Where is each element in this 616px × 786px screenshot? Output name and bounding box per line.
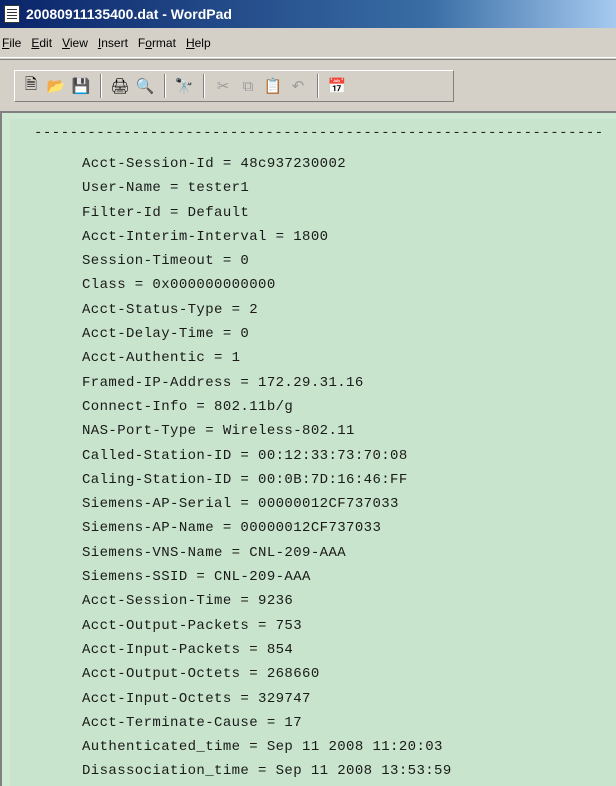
menu-bar: File Edit View Insert Format Help xyxy=(0,28,616,58)
text-line: Session-Timeout = 0 xyxy=(82,253,250,270)
text-line: NAS-Port-Type = Wireless-802.11 xyxy=(82,423,355,440)
text-line: Connect-Info = 802.11b/g xyxy=(82,398,294,415)
text-line: Framed-IP-Address = 172.29.31.16 xyxy=(82,374,364,391)
save-icon[interactable]: 💾 xyxy=(69,74,93,98)
text-line: Siemens-VNS-Name = CNL-209-AAA xyxy=(82,544,347,561)
text-line: Acct-Authentic = 1 xyxy=(82,350,241,367)
toolbar-separator xyxy=(164,74,166,98)
text-line: Acct-Output-Packets = 753 xyxy=(82,617,303,634)
menu-edit[interactable]: Edit xyxy=(27,36,58,50)
undo-icon[interactable]: ↶ xyxy=(286,74,310,98)
menu-view[interactable]: View xyxy=(58,36,94,50)
new-icon[interactable]: 🗎 xyxy=(19,74,43,98)
title-bar[interactable]: 20080911135400.dat - WordPad xyxy=(0,0,616,28)
menu-insert[interactable]: Insert xyxy=(94,36,134,50)
text-line: Called-Station-ID = 00:12:33:73:70:08 xyxy=(82,447,408,464)
text-line: Siemens-AP-Serial = 00000012CF737033 xyxy=(82,496,399,513)
text-line: Acct-Delay-Time = 0 xyxy=(82,326,250,343)
menu-help[interactable]: Help xyxy=(182,36,217,50)
menu-file[interactable]: File xyxy=(0,36,27,50)
text-line: Acct-Interim-Interval = 1800 xyxy=(82,228,329,245)
text-line: Acct-Terminate-Cause = 17 xyxy=(82,714,303,731)
window-title: 20080911135400.dat - WordPad xyxy=(26,6,232,22)
find-icon[interactable]: 🔭 xyxy=(172,74,196,98)
text-line: Acct-Input-Packets = 854 xyxy=(82,641,294,658)
text-line: Disassociation_time = Sep 11 2008 13:53:… xyxy=(82,763,452,780)
toolbar: 🗎 📂 💾 🖨 🔍 🔭 ✂ ⧉ 📋 ↶ 📅 xyxy=(0,59,616,111)
text-line: Caling-Station-ID = 00:0B:7D:16:46:FF xyxy=(82,471,408,488)
document-page[interactable]: ----------------------------------------… xyxy=(10,119,616,786)
toolbar-separator xyxy=(100,74,102,98)
text-line: Acct-Input-Octets = 329747 xyxy=(82,690,311,707)
toolbar-separator xyxy=(317,74,319,98)
text-line: Authenticated_time = Sep 11 2008 11:20:0… xyxy=(82,739,443,756)
text-line: Acct-Status-Type = 2 xyxy=(82,301,259,318)
document-area[interactable]: ----------------------------------------… xyxy=(0,111,616,786)
attribute-list: Acct-Session-Id = 48c937230002 User-Name… xyxy=(82,152,452,784)
date-time-icon[interactable]: 📅 xyxy=(325,74,349,98)
menu-format[interactable]: Format xyxy=(134,36,182,50)
text-line: Acct-Output-Octets = 268660 xyxy=(82,666,320,683)
copy-icon[interactable]: ⧉ xyxy=(236,74,260,98)
toolbar-separator xyxy=(203,74,205,98)
text-line: Siemens-AP-Name = 00000012CF737033 xyxy=(82,520,382,537)
wordpad-document-icon xyxy=(4,5,20,23)
cut-icon[interactable]: ✂ xyxy=(211,74,235,98)
text-line: Filter-Id = Default xyxy=(82,204,250,221)
print-icon[interactable]: 🖨 xyxy=(108,74,132,98)
open-icon[interactable]: 📂 xyxy=(44,74,68,98)
text-line: User-Name = tester1 xyxy=(82,180,250,197)
text-line: Siemens-SSID = CNL-209-AAA xyxy=(82,569,311,586)
text-line: Class = 0x000000000000 xyxy=(82,277,276,294)
text-line: Acct-Session-Time = 9236 xyxy=(82,593,294,610)
toolbar-strip: 🗎 📂 💾 🖨 🔍 🔭 ✂ ⧉ 📋 ↶ 📅 xyxy=(14,70,454,102)
paste-icon[interactable]: 📋 xyxy=(261,74,285,98)
print-preview-icon[interactable]: 🔍 xyxy=(133,74,157,98)
text-line: Acct-Session-Id = 48c937230002 xyxy=(82,156,347,172)
separator-rule: ----------------------------------------… xyxy=(34,125,604,141)
